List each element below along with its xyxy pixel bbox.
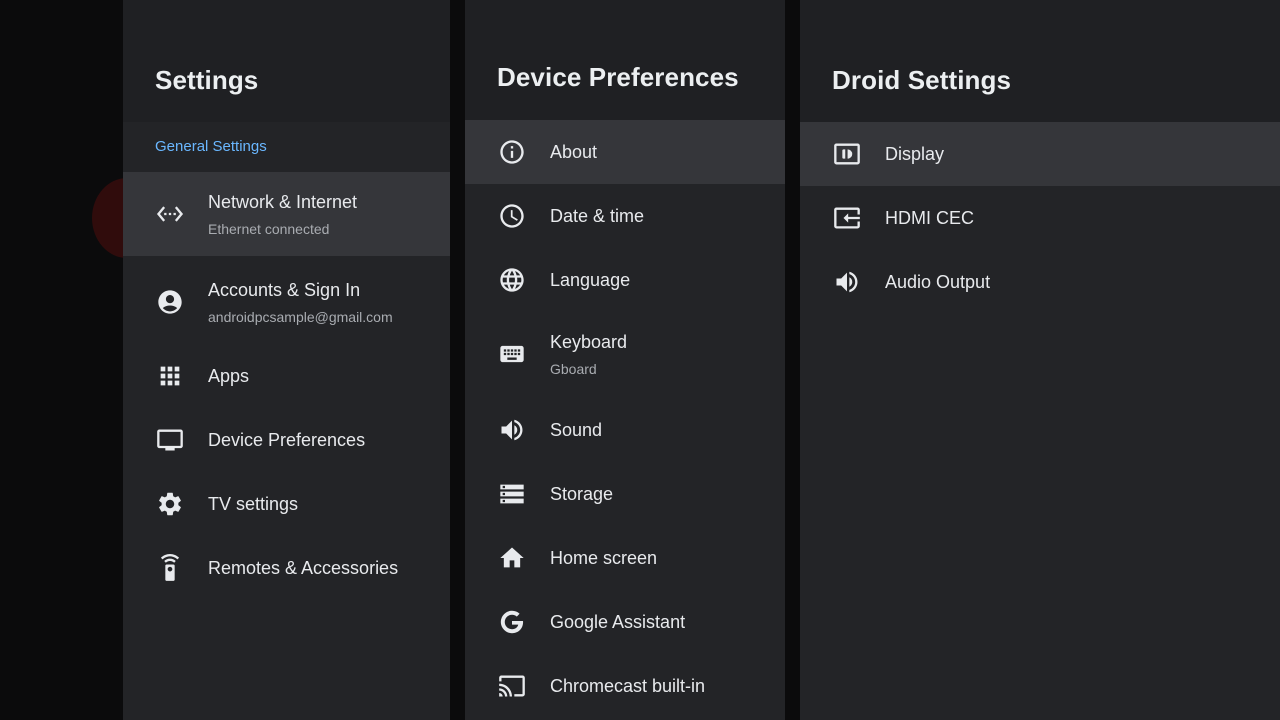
background-gap	[450, 0, 465, 720]
item-title: Home screen	[550, 547, 658, 568]
device-preferences-header: Device Preferences	[465, 0, 785, 120]
item-title: Remotes & Accessories	[208, 557, 399, 578]
background-gap	[785, 0, 800, 720]
item-title: Storage	[550, 483, 614, 504]
item-title: Google Assistant	[550, 611, 686, 632]
item-title: Accounts & Sign In	[208, 279, 361, 300]
speaker-icon	[832, 267, 862, 297]
globe-icon	[497, 265, 527, 295]
google-icon	[497, 607, 527, 637]
background-left	[0, 0, 123, 720]
device-preferences-panel: Device Preferences About Date & time Lan…	[465, 0, 785, 720]
item-title: Keyboard	[550, 331, 628, 352]
droid-settings-header: Droid Settings	[800, 0, 1280, 122]
settings-panel: Settings General Settings Network & Inte…	[123, 0, 450, 720]
settings-item-tv-settings[interactable]: TV settings	[123, 472, 450, 536]
settings-item-accounts[interactable]: Accounts & Sign In androidpcsample@gmail…	[123, 260, 450, 344]
device-item-keyboard[interactable]: Keyboard Gboard	[465, 312, 785, 396]
clock-icon	[497, 201, 527, 231]
keyboard-icon	[497, 339, 527, 369]
item-title: Display	[885, 143, 945, 164]
page-title: Droid Settings	[832, 65, 1012, 95]
device-item-storage[interactable]: Storage	[465, 462, 785, 526]
settings-item-network[interactable]: Network & Internet Ethernet connected	[123, 172, 450, 256]
item-title: About	[550, 141, 598, 162]
gear-icon	[155, 489, 185, 519]
page-title: Settings	[155, 65, 259, 95]
item-subtitle: Ethernet connected	[208, 220, 330, 237]
item-title: Device Preferences	[208, 429, 366, 450]
settings-item-apps[interactable]: Apps	[123, 344, 450, 408]
item-title: Chromecast built-in	[550, 675, 706, 696]
cast-icon	[497, 671, 527, 701]
network-icon	[155, 199, 185, 229]
settings-item-remotes[interactable]: Remotes & Accessories	[123, 536, 450, 600]
droid-item-hdmi-cec[interactable]: HDMI CEC	[800, 186, 1280, 250]
page-title: Device Preferences	[497, 62, 739, 92]
settings-list: General Settings Network & Internet Ethe…	[123, 122, 450, 720]
item-title: Language	[550, 269, 631, 290]
device-item-google-assistant[interactable]: Google Assistant	[465, 590, 785, 654]
item-subtitle: Gboard	[550, 360, 597, 377]
item-title: Network & Internet	[208, 191, 358, 212]
info-icon	[497, 137, 527, 167]
device-item-language[interactable]: Language	[465, 248, 785, 312]
item-title: HDMI CEC	[885, 207, 974, 228]
item-title: Audio Output	[885, 271, 991, 292]
item-title: Apps	[208, 365, 250, 386]
item-subtitle: androidpcsample@gmail.com	[208, 308, 393, 325]
item-title: TV settings	[208, 493, 299, 514]
apps-grid-icon	[155, 361, 185, 391]
device-item-date-time[interactable]: Date & time	[465, 184, 785, 248]
device-item-sound[interactable]: Sound	[465, 398, 785, 462]
device-item-chromecast[interactable]: Chromecast built-in	[465, 654, 785, 718]
display-icon	[832, 139, 862, 169]
account-icon	[155, 287, 185, 317]
device-item-home-screen[interactable]: Home screen	[465, 526, 785, 590]
home-icon	[497, 543, 527, 573]
section-label: General Settings	[155, 138, 267, 155]
droid-settings-list: Display HDMI CEC Audio Output	[800, 122, 1280, 720]
remote-icon	[155, 553, 185, 583]
droid-item-audio-output[interactable]: Audio Output	[800, 250, 1280, 314]
speaker-icon	[497, 415, 527, 445]
item-title: Sound	[550, 419, 603, 440]
device-item-about[interactable]: About	[465, 120, 785, 184]
tv-icon	[155, 425, 185, 455]
settings-item-device-preferences[interactable]: Device Preferences	[123, 408, 450, 472]
item-title: Date & time	[550, 205, 645, 226]
hdmi-input-icon	[832, 203, 862, 233]
device-preferences-list: About Date & time Language Keyboard Gboa…	[465, 120, 785, 720]
settings-header: Settings	[123, 0, 450, 122]
storage-icon	[497, 479, 527, 509]
droid-item-display[interactable]: Display	[800, 122, 1280, 186]
droid-settings-panel: Droid Settings Display HDMI CEC Audio Ou…	[800, 0, 1280, 720]
